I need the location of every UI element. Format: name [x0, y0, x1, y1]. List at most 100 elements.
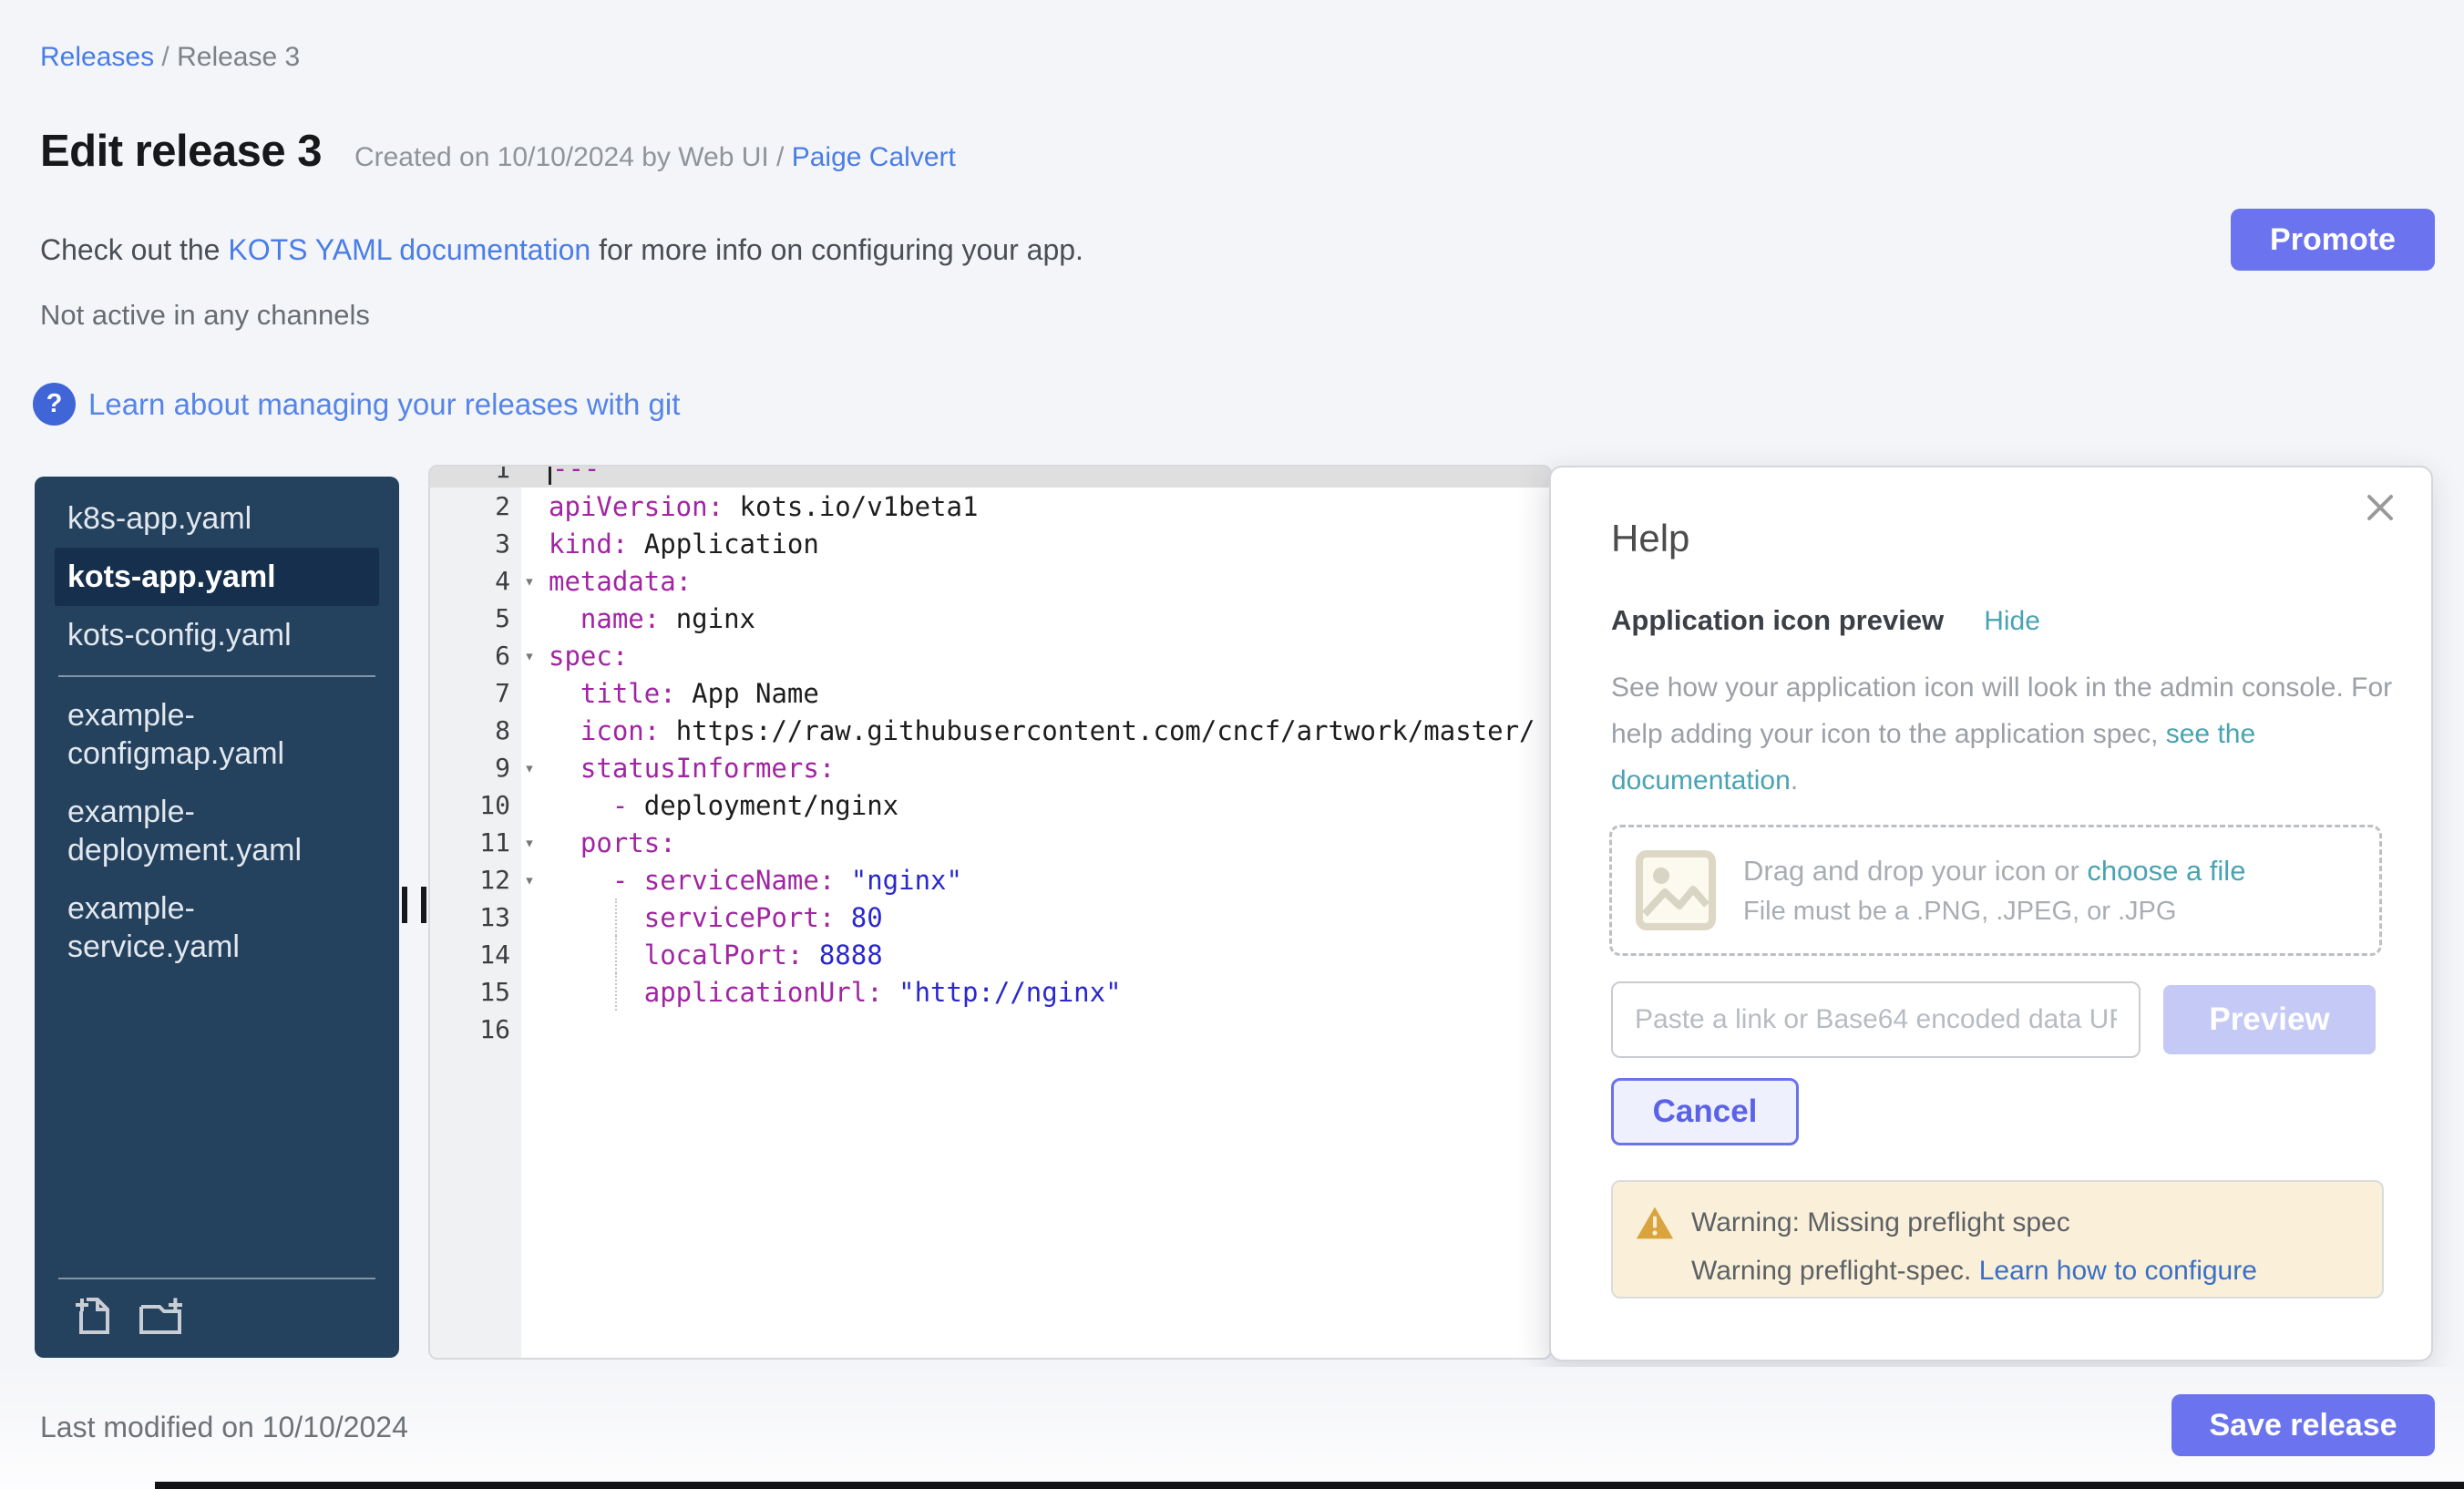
author-link[interactable]: Paige Calvert [792, 142, 956, 172]
code-line-8[interactable]: 8 icon: https://raw.githubusercontent.co… [430, 712, 1550, 749]
description-text: See how your application icon will look … [1611, 673, 2392, 749]
add-folder-icon[interactable] [135, 1292, 186, 1338]
page-title: Edit release 3 [40, 126, 322, 177]
code-text: ports: [549, 827, 676, 858]
icon-preview-title: Application icon preview [1611, 604, 1944, 637]
fold-arrow-icon[interactable]: ▾ [510, 571, 549, 591]
code-line-9[interactable]: 9▾ statusInformers: [430, 749, 1550, 786]
code-line-13[interactable]: 13 servicePort: 80 [430, 899, 1550, 936]
file-tab-example-deployment.yaml[interactable]: example-deployment.yaml [55, 783, 379, 879]
question-circle-icon: ? [33, 383, 76, 426]
line-number: 4 [430, 566, 510, 596]
help-panel: Help Application icon preview Hide See h… [1549, 466, 2433, 1361]
file-tab-k8s-app.yaml[interactable]: k8s-app.yaml [55, 489, 379, 548]
line-number: 14 [430, 940, 510, 970]
code-text: metadata: [549, 566, 692, 597]
line-number: 8 [430, 715, 510, 745]
kots-docs-link[interactable]: KOTS YAML documentation [228, 233, 590, 266]
yaml-editor[interactable]: 1 --- 2apiVersion: kots.io/v1beta13kind: A… [428, 465, 1552, 1360]
docs-pre-text: Check out the [40, 233, 228, 266]
code-line-10[interactable]: 10 - deployment/nginx [430, 786, 1550, 824]
code-text: icon: https://raw.githubusercontent.com/… [549, 715, 1535, 746]
line-number: 10 [430, 790, 510, 820]
line-number: 5 [430, 603, 510, 633]
code-text: apiVersion: kots.io/v1beta1 [549, 491, 978, 522]
warning-text: Warning: Missing preflight spec [1691, 1207, 2070, 1238]
code-text: title: App Name [549, 678, 819, 709]
icon-dropzone[interactable]: Drag and drop your icon or choose a file… [1609, 825, 2382, 956]
description-suffix: . [1791, 765, 1798, 796]
code-line-15[interactable]: 15 applicationUrl: "http://nginx" [430, 973, 1550, 1011]
code-text: kind: Application [549, 529, 819, 560]
icon-url-input[interactable] [1611, 981, 2141, 1058]
line-number: 7 [430, 678, 510, 708]
last-modified-text: Last modified on 10/10/2024 [40, 1411, 408, 1444]
save-release-button[interactable]: Save release [2171, 1394, 2435, 1456]
fold-arrow-icon[interactable]: ▾ [510, 833, 549, 853]
code-line-2[interactable]: 2apiVersion: kots.io/v1beta1 [430, 488, 1550, 525]
fold-arrow-icon[interactable]: ▾ [510, 758, 549, 778]
code-text: name: nginx [549, 603, 755, 634]
line-number: 6 [430, 641, 510, 671]
choose-file-link[interactable]: choose a file [2087, 855, 2245, 887]
code-text: applicationUrl: "http://nginx" [549, 977, 1122, 1008]
fold-arrow-icon[interactable]: ▾ [510, 870, 549, 890]
git-help-row: ? Learn about managing your releases wit… [33, 383, 680, 426]
code-line-3[interactable]: 3kind: Application [430, 525, 1550, 562]
code-text: spec: [549, 641, 628, 672]
add-file-icon[interactable] [71, 1292, 113, 1338]
code-line-7[interactable]: 7 title: App Name [430, 674, 1550, 712]
breadcrumb-separator: / [154, 42, 177, 72]
image-placeholder-icon [1634, 848, 1718, 932]
file-tree: k8s-app.yamlkots-app.yamlkots-config.yam… [35, 477, 399, 976]
configure-preflight-link[interactable]: Learn how to configure [1979, 1256, 2257, 1286]
file-tab-kots-config.yaml[interactable]: kots-config.yaml [55, 606, 379, 664]
line-number: 15 [430, 977, 510, 1007]
cancel-button[interactable]: Cancel [1611, 1078, 1799, 1145]
preview-button[interactable]: Preview [2163, 985, 2376, 1054]
code-text: localPort: 8888 [549, 940, 883, 970]
sidebar-resize-handle[interactable] [402, 887, 426, 923]
hide-link[interactable]: Hide [1984, 606, 2040, 637]
title-row: Edit release 3 Created on 10/10/2024 by … [40, 126, 956, 177]
git-releases-link[interactable]: Learn about managing your releases with … [88, 387, 680, 422]
created-text: Created on 10/10/2024 by Web UI / [354, 142, 792, 172]
breadcrumb: Releases / Release 3 [40, 42, 300, 73]
code-line-16[interactable]: 16 [430, 1011, 1550, 1048]
preflight-warning: Warning: Missing preflight spec Warning … [1611, 1180, 2384, 1299]
code-line-4[interactable]: 4▾metadata: [430, 562, 1550, 600]
line-number: 13 [430, 902, 510, 932]
code-line-12[interactable]: 12▾ - serviceName: "nginx" [430, 861, 1550, 899]
dropzone-line2-text: File must be a .PNG, .JPEG, or .JPG [1743, 897, 2245, 927]
file-tab-kots-app.yaml[interactable]: kots-app.yaml [55, 548, 379, 606]
close-icon[interactable] [2364, 491, 2397, 524]
created-meta: Created on 10/10/2024 by Web UI / Paige … [354, 142, 956, 173]
code-text: - serviceName: "nginx" [549, 865, 962, 896]
icon-preview-description: See how your application icon will look … [1611, 664, 2393, 804]
icon-preview-header: Application icon preview Hide [1611, 604, 2040, 637]
horizontal-scrollbar[interactable] [155, 1482, 2464, 1489]
code-line-11[interactable]: 11▾ ports: [430, 824, 1550, 861]
promote-button[interactable]: Promote [2231, 209, 2435, 271]
code-text: - deployment/nginx [549, 790, 898, 821]
dropzone-line1-text: Drag and drop your icon or [1743, 855, 2087, 887]
code-line-5[interactable]: 5 name: nginx [430, 600, 1550, 637]
line-number: 1 [430, 465, 510, 484]
warning-detail-text: Warning preflight-spec. [1691, 1256, 1979, 1286]
warning-triangle-icon [1635, 1204, 1675, 1242]
file-tab-example-service.yaml[interactable]: example-service.yaml [55, 879, 379, 976]
breadcrumb-current: Release 3 [177, 42, 300, 72]
help-title: Help [1611, 517, 1689, 560]
code-text: --- [549, 465, 600, 485]
code-line-14[interactable]: 14 localPort: 8888 [430, 936, 1550, 973]
code-lines: 1 --- 2apiVersion: kots.io/v1beta13kind: A… [430, 465, 1550, 1048]
file-sidebar: k8s-app.yamlkots-app.yamlkots-config.yam… [35, 477, 399, 1358]
line-number: 12 [430, 865, 510, 895]
line-number: 11 [430, 827, 510, 857]
breadcrumb-releases-link[interactable]: Releases [40, 42, 154, 72]
code-line-6[interactable]: 6▾spec: [430, 637, 1550, 674]
text-cursor [549, 465, 551, 485]
file-tab-example-configmap.yaml[interactable]: example-configmap.yaml [55, 686, 379, 783]
fold-arrow-icon[interactable]: ▾ [510, 646, 549, 666]
code-line-1[interactable]: 1 --- [430, 465, 1550, 488]
